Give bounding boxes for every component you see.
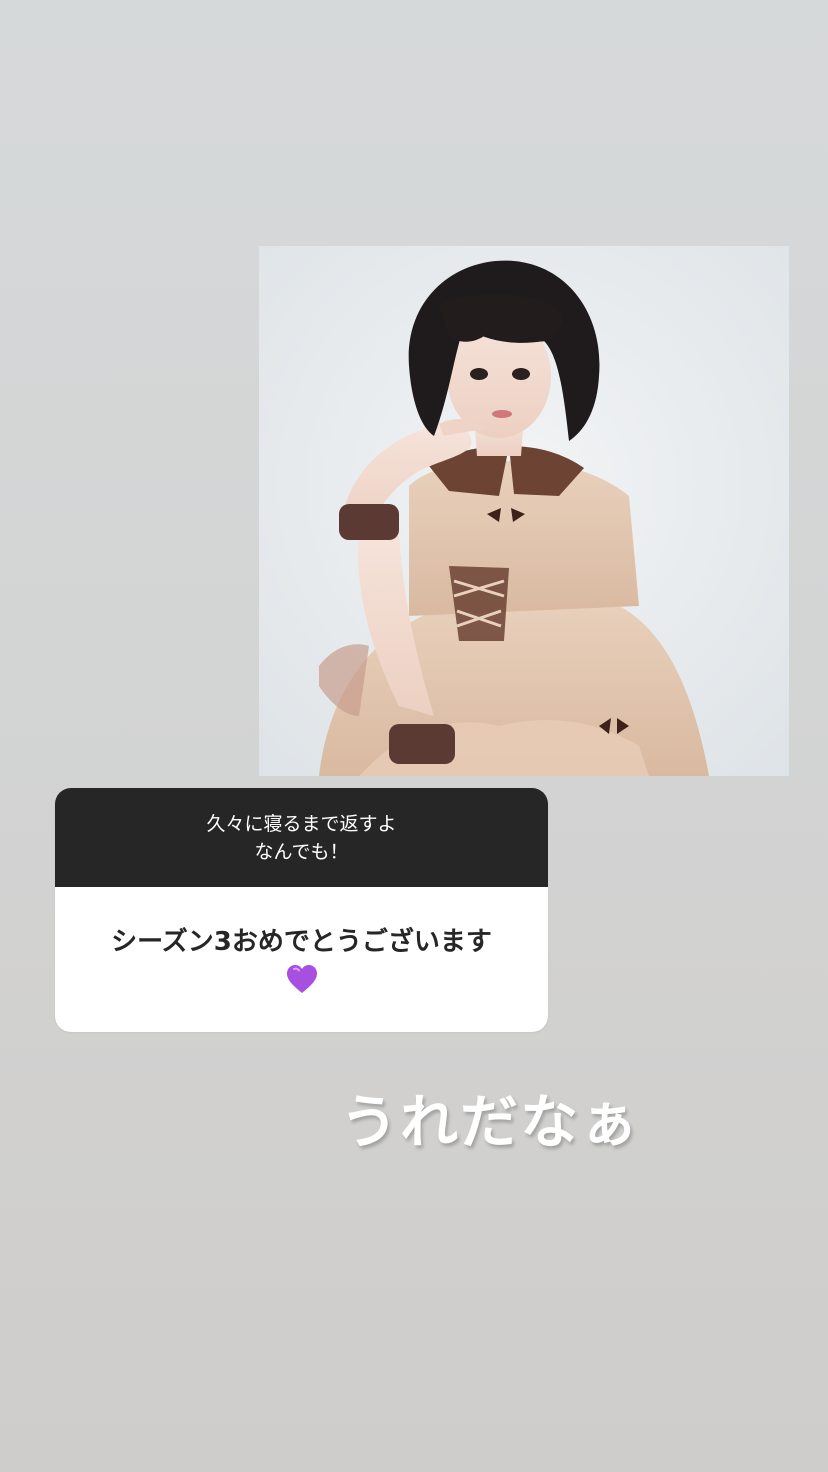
portrait-photo xyxy=(259,246,789,776)
question-sticker[interactable]: 久々に寝るまで返すよ なんでも！ シーズン3おめでとうございます xyxy=(55,788,548,1032)
overlay-text: うれだなぁ xyxy=(340,1088,641,1156)
question-prompt-line-1: 久々に寝るまで返すよ xyxy=(206,812,397,835)
question-prompt-line-2: なんでも！ xyxy=(254,840,349,863)
story-canvas[interactable]: 久々に寝るまで返すよ なんでも！ シーズン3おめでとうございます うれだなぁ xyxy=(0,0,828,1472)
question-prompt: 久々に寝るまで返すよ なんでも！ xyxy=(55,788,548,887)
question-answer: シーズン3おめでとうございます xyxy=(55,887,548,1032)
answer-text: シーズン3おめでとうございます xyxy=(111,926,492,957)
purple-heart-icon xyxy=(285,962,319,996)
